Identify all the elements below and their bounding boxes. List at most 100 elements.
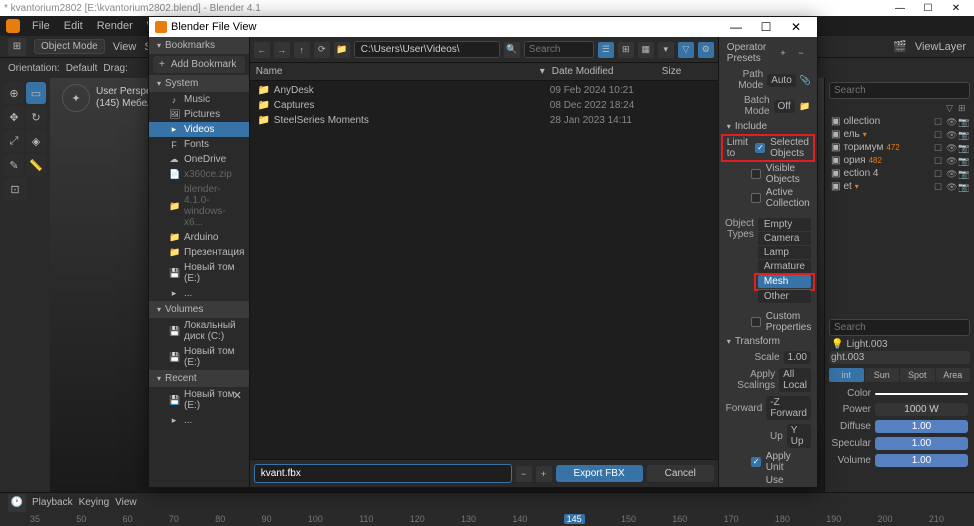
exclude-icon[interactable]: ☐ <box>934 117 944 127</box>
tool-transform[interactable]: ◈ <box>26 130 46 152</box>
frame-tick[interactable]: 80 <box>215 514 225 524</box>
viewlayer-label[interactable]: ViewLayer <box>915 41 966 53</box>
frame-tick[interactable]: 130 <box>461 514 476 524</box>
file-search-input[interactable] <box>524 41 594 58</box>
disable-icon[interactable]: 📷 <box>958 169 968 179</box>
preset-add-icon[interactable]: + <box>775 45 791 61</box>
filter-toggle-icon[interactable]: ▽ <box>678 42 694 58</box>
selected-objects-checkbox[interactable] <box>755 143 765 153</box>
system-item[interactable]: 📁Презентация <box>149 245 249 260</box>
system-item[interactable]: ♪Music <box>149 92 249 107</box>
header-name[interactable]: Name <box>256 66 540 77</box>
settings-gear-icon[interactable]: ⚙ <box>698 42 714 58</box>
tool-scale[interactable]: ⤢ <box>4 130 24 152</box>
file-row[interactable]: 📁AnyDesk09 Feb 2024 10:21 <box>252 83 716 98</box>
tool-measure[interactable]: 📏 <box>26 154 46 176</box>
frame-tick[interactable]: 35 <box>30 514 40 524</box>
frame-tick[interactable]: 200 <box>878 514 893 524</box>
playback-label[interactable]: Playback <box>32 497 73 508</box>
recent-item[interactable]: ▸... <box>149 413 249 428</box>
frame-tick[interactable]: 120 <box>410 514 425 524</box>
prop-value[interactable] <box>875 393 968 395</box>
light-data-row[interactable]: 💡 Light.003 <box>829 338 970 351</box>
include-section[interactable]: Include <box>721 119 815 134</box>
view-list-icon[interactable]: ☰ <box>598 42 614 58</box>
editor-type-icon[interactable]: ⊞ <box>8 38 26 56</box>
preset-remove-icon[interactable]: − <box>793 45 809 61</box>
apply-unit-checkbox[interactable] <box>751 457 761 467</box>
file-row[interactable]: 📁SteelSeries Moments28 Jan 2023 14:11 <box>252 113 716 128</box>
object-type-lamp[interactable]: Lamp <box>758 246 811 259</box>
hide-icon[interactable]: 👁 <box>946 156 956 166</box>
tool-cursor[interactable]: ⊕ <box>4 82 24 104</box>
nav-newfolder-icon[interactable]: 📁 <box>334 42 350 58</box>
header-size[interactable]: Size <box>662 66 712 77</box>
add-bookmark-button[interactable]: + Add Bookmark <box>153 56 245 73</box>
volume-item[interactable]: 💾Новый том (E:) <box>149 344 249 370</box>
up-value[interactable]: Y Up <box>787 424 811 448</box>
object-type-empty[interactable]: Empty <box>758 218 811 231</box>
filename-minus-icon[interactable]: − <box>516 466 532 482</box>
exclude-icon[interactable]: ☐ <box>934 156 944 166</box>
outliner-item[interactable]: ▣ория482☐👁📷 <box>829 154 970 167</box>
system-item[interactable]: 📁Arduino <box>149 230 249 245</box>
path-mode-value[interactable]: Auto <box>767 74 796 87</box>
exclude-icon[interactable]: ☐ <box>934 130 944 140</box>
cancel-button[interactable]: Cancel <box>647 465 714 482</box>
outliner-item[interactable]: ▣ection 4☐👁📷 <box>829 167 970 180</box>
disable-icon[interactable]: 📷 <box>958 156 968 166</box>
path-mode-embed-icon[interactable]: 📎 <box>800 72 811 88</box>
use-space-checkbox[interactable] <box>751 487 761 488</box>
object-type-camera[interactable]: Camera <box>758 232 811 245</box>
outliner-search[interactable] <box>829 82 970 99</box>
menu-render[interactable]: Render <box>91 18 139 34</box>
exclude-icon[interactable]: ☐ <box>934 169 944 179</box>
timeline-editor-icon[interactable]: 🕐 <box>8 494 26 512</box>
topbar-view[interactable]: View <box>113 41 137 53</box>
frame-tick[interactable]: 160 <box>672 514 687 524</box>
exclude-icon[interactable]: ☐ <box>934 143 944 153</box>
nav-forward-icon[interactable]: → <box>274 42 290 58</box>
outliner-item[interactable]: ▣ollection☐👁📷 <box>829 115 970 128</box>
custom-props-checkbox[interactable] <box>751 317 761 327</box>
dialog-minimize[interactable]: — <box>721 20 751 34</box>
tab-point[interactable]: int <box>829 368 864 382</box>
frame-tick[interactable]: 210 <box>929 514 944 524</box>
disable-icon[interactable]: 📷 <box>958 130 968 140</box>
frame-tick[interactable]: 170 <box>724 514 739 524</box>
system-item[interactable]: 💾Новый том (E:) <box>149 260 249 286</box>
system-item[interactable]: FFonts <box>149 137 249 152</box>
tool-move[interactable]: ✥ <box>4 106 24 128</box>
system-item[interactable]: 📁blender-4.1.0-windows-x6... <box>149 182 249 230</box>
main-maximize[interactable]: ☐ <box>914 3 942 14</box>
system-item[interactable]: ☁OneDrive <box>149 152 249 167</box>
system-item[interactable]: 📄x360ce.zip <box>149 167 249 182</box>
tool-add[interactable]: ⊡ <box>4 178 26 200</box>
volumes-header[interactable]: Volumes <box>149 301 249 318</box>
hide-icon[interactable]: 👁 <box>946 143 956 153</box>
menu-file[interactable]: File <box>26 18 56 34</box>
dialog-maximize[interactable]: ☐ <box>751 20 781 34</box>
object-type-armature[interactable]: Armature <box>758 260 811 273</box>
disable-icon[interactable]: 📷 <box>958 182 968 192</box>
keying-label[interactable]: Keying <box>79 497 110 508</box>
nav-back-icon[interactable]: ← <box>254 42 270 58</box>
visible-objects-checkbox[interactable] <box>751 169 761 179</box>
tab-area[interactable]: Area <box>936 368 971 382</box>
frame-tick[interactable]: 140 <box>512 514 527 524</box>
frame-tick[interactable]: 60 <box>123 514 133 524</box>
dialog-close[interactable]: ✕ <box>781 20 811 34</box>
object-type-other[interactable]: Other <box>758 290 811 303</box>
menu-edit[interactable]: Edit <box>58 18 89 34</box>
outliner-item[interactable]: ▣et▾☐👁📷 <box>829 180 970 193</box>
export-button[interactable]: Export FBX <box>556 465 643 482</box>
forward-value[interactable]: -Z Forward <box>766 396 811 420</box>
view-grid-icon[interactable]: ⊞ <box>618 42 634 58</box>
prop-value[interactable]: 1000 W <box>875 403 968 416</box>
frame-tick[interactable]: 110 <box>359 514 373 524</box>
main-close[interactable]: ✕ <box>942 3 970 14</box>
props-search[interactable] <box>829 319 970 336</box>
frame-tick[interactable]: 190 <box>826 514 841 524</box>
nav-gizmo[interactable]: ✦ <box>62 84 90 112</box>
tool-annotate[interactable]: ✎ <box>4 154 24 176</box>
